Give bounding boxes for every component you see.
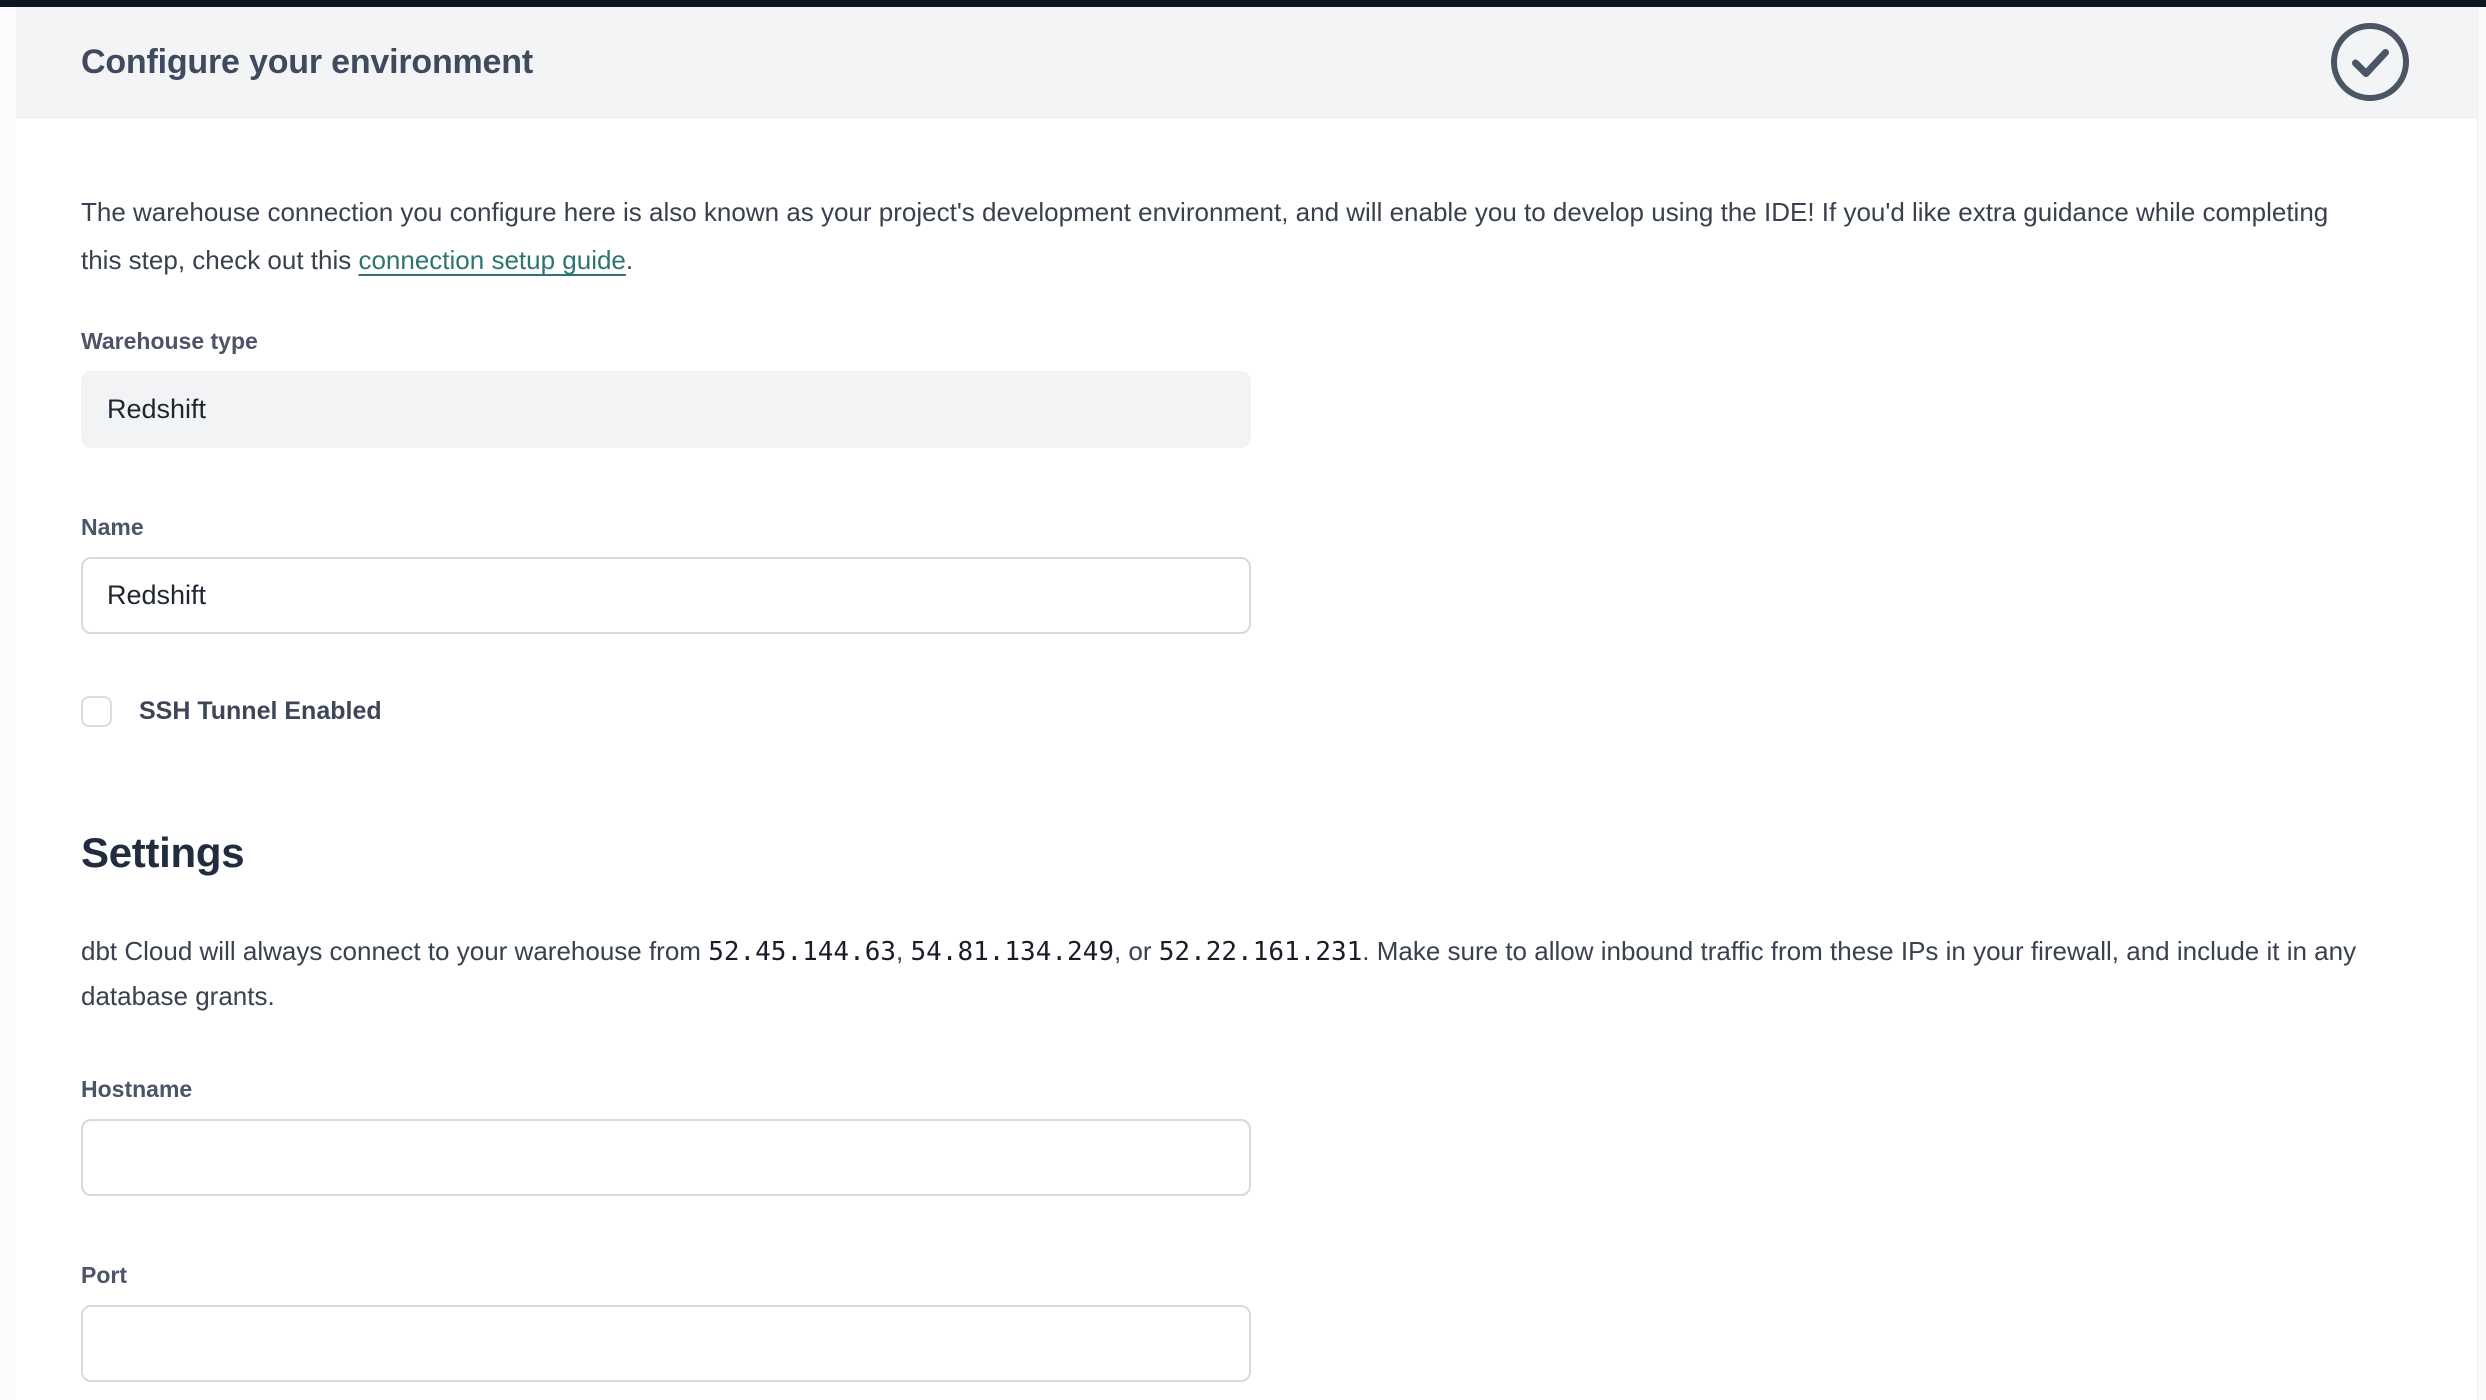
step-body: The warehouse connection you configure h… [16, 118, 2477, 1382]
ip-address-3: 52.22.161.231 [1159, 937, 1363, 967]
ip-address-1: 52.45.144.63 [708, 937, 896, 967]
port-field-group: Port [81, 1262, 2412, 1382]
name-input[interactable] [81, 557, 1251, 634]
hostname-field-group: Hostname [81, 1076, 2412, 1196]
step-header: Configure your environment [16, 7, 2477, 118]
name-field-group: Name [81, 514, 2412, 634]
connection-setup-guide-link[interactable]: connection setup guide [358, 245, 625, 275]
warehouse-type-label: Warehouse type [81, 328, 2412, 355]
hostname-input[interactable] [81, 1119, 1251, 1196]
top-border-bar [0, 0, 2486, 7]
ip-address-2: 54.81.134.249 [910, 937, 1114, 967]
environment-setup-panel: Configure your environment The warehouse… [16, 7, 2477, 1400]
settings-desc-sep2: , or [1114, 936, 1159, 966]
intro-text-after-link: . [626, 245, 633, 275]
name-label: Name [81, 514, 2412, 541]
warehouse-type-field-group: Warehouse type Redshift [81, 328, 2412, 448]
ssh-tunnel-checkbox[interactable] [81, 696, 112, 727]
ssh-tunnel-label: SSH Tunnel Enabled [139, 697, 382, 726]
hostname-label: Hostname [81, 1076, 2412, 1103]
page-title: Configure your environment [81, 43, 533, 82]
intro-paragraph: The warehouse connection you configure h… [81, 188, 2341, 284]
check-circle-icon [2330, 22, 2410, 102]
settings-desc-sep1: , [896, 936, 910, 966]
left-gutter [0, 7, 16, 1400]
settings-description: dbt Cloud will always connect to your wa… [81, 929, 2411, 1018]
settings-desc-part1: dbt Cloud will always connect to your wa… [81, 936, 708, 966]
ssh-tunnel-row: SSH Tunnel Enabled [81, 696, 2412, 727]
right-scroll-gutter[interactable] [2477, 7, 2486, 1400]
settings-heading: Settings [81, 829, 2412, 877]
port-input[interactable] [81, 1305, 1251, 1382]
port-label: Port [81, 1262, 2412, 1289]
warehouse-type-select: Redshift [81, 371, 1251, 448]
